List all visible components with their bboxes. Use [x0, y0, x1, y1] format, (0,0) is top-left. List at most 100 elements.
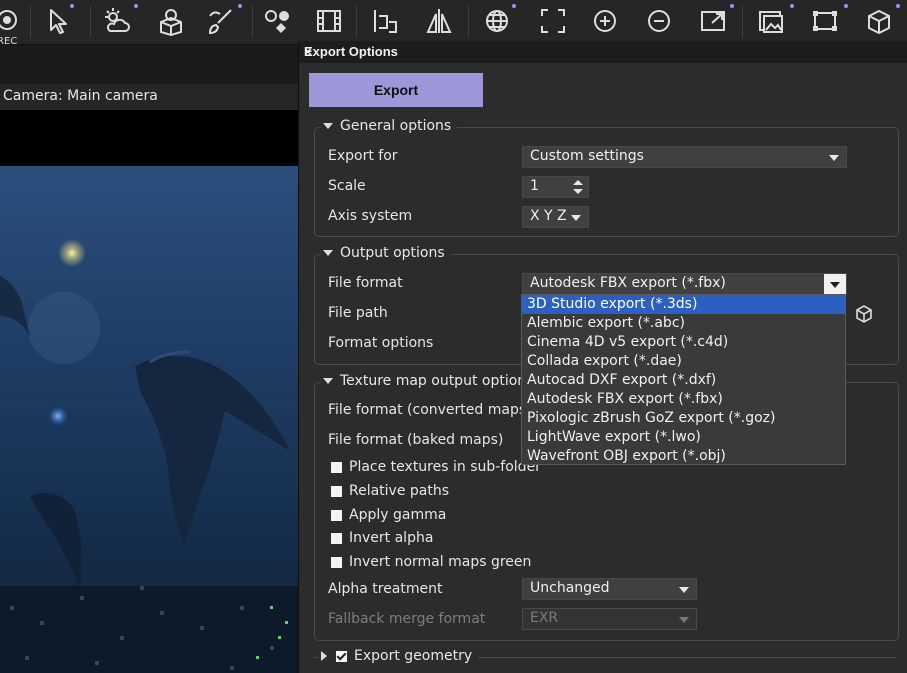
checkbox-label: Invert alpha [349, 530, 434, 546]
fallback-merge-label: Fallback merge format [328, 611, 486, 627]
file-path-label: File path [328, 305, 388, 321]
close-icon[interactable]: × [304, 44, 907, 59]
checkbox-label: Invert normal maps green [349, 554, 532, 570]
toolbar-dot [70, 4, 74, 8]
viewport-render[interactable] [0, 166, 300, 673]
scale-stepper[interactable]: 1 [522, 176, 589, 198]
crop-icon[interactable] [810, 6, 840, 38]
cube-icon[interactable] [854, 304, 874, 328]
chevron-down-icon [323, 378, 333, 384]
alpha-treatment-value: Unchanged [530, 580, 610, 596]
file-format-value: Autodesk FBX export (*.fbx) [530, 275, 726, 291]
paint-icon[interactable] [206, 6, 236, 38]
mirror-icon[interactable] [424, 6, 454, 38]
main-toolbar: REC [0, 0, 907, 47]
alpha-treatment-select[interactable]: Unchanged [522, 578, 697, 600]
film-icon[interactable] [314, 6, 344, 38]
fallback-merge-select: EXR [522, 608, 697, 630]
frame-icon[interactable] [538, 6, 568, 38]
viewport-letterbox [0, 110, 300, 166]
axis-system-select[interactable]: X Y Z [522, 206, 589, 228]
chevron-up-icon[interactable] [573, 180, 583, 185]
record-icon[interactable] [0, 6, 22, 38]
baked-maps-label: File format (baked maps) [328, 432, 504, 448]
pointer-icon[interactable] [44, 6, 74, 38]
zoom-out-icon[interactable] [644, 6, 674, 38]
viewport-header: Camera: Main camera [0, 84, 300, 111]
alpha-treatment-label: Alpha treatment [328, 581, 443, 597]
camera-label[interactable]: Camera: Main camera [3, 88, 158, 104]
scale-label: Scale [328, 178, 366, 194]
invert-alpha-checkbox[interactable]: Invert alpha [331, 530, 433, 546]
toolbar-dot [730, 4, 734, 8]
dropdown-option[interactable]: Autocad DXF export (*.dxf) [522, 371, 845, 390]
place-textures-checkbox[interactable]: Place textures in sub-folder [331, 459, 541, 475]
chevron-down-icon [679, 617, 689, 623]
export-for-select[interactable]: Custom settings [522, 146, 847, 168]
chevron-right-icon [321, 651, 327, 661]
export-for-label: Export for [328, 148, 398, 164]
fallback-merge-value: EXR [530, 610, 559, 626]
gear-box-icon[interactable] [156, 6, 186, 38]
file-format-select[interactable]: Autodesk FBX export (*.fbx) [522, 273, 847, 295]
dropdown-option[interactable]: LightWave export (*.lwo) [522, 428, 845, 447]
chevron-down-icon[interactable] [573, 189, 583, 194]
sun-cloud-icon[interactable] [102, 6, 132, 38]
checkbox-box[interactable] [331, 532, 342, 544]
dropdown-option[interactable]: Cinema 4D v5 export (*.c4d) [522, 333, 845, 352]
axis-system-label: Axis system [328, 208, 413, 224]
toolbar-separator [356, 6, 357, 38]
render-icon[interactable] [864, 6, 894, 38]
checkbox-box[interactable] [331, 461, 342, 473]
checkbox-label: Apply gamma [349, 507, 447, 523]
maximize-icon[interactable] [698, 6, 728, 38]
chevron-down-icon [323, 123, 333, 129]
toolbar-dot [134, 4, 138, 8]
output-options-title: Output options [340, 245, 445, 261]
chevron-down-icon [571, 215, 581, 221]
dropdown-option[interactable]: Alembic export (*.abc) [522, 314, 845, 333]
output-options-header[interactable]: Output options [321, 245, 451, 261]
align-icon[interactable] [370, 6, 400, 38]
apply-gamma-checkbox[interactable]: Apply gamma [331, 507, 446, 523]
export-geometry-header[interactable]: Export geometry [319, 648, 479, 664]
general-options-title: General options [340, 118, 452, 134]
toolbar-dot [896, 4, 900, 8]
chevron-down-icon [829, 155, 839, 161]
checkbox-box[interactable] [331, 509, 342, 521]
toolbar-separator [90, 6, 91, 38]
export-geometry-title: Export geometry [354, 648, 473, 664]
general-options-header[interactable]: General options [321, 118, 458, 134]
scale-value: 1 [530, 178, 539, 194]
texture-options-header[interactable]: Texture map output option [321, 373, 533, 389]
dropdown-option[interactable]: Collada export (*.dae) [522, 352, 845, 371]
toggle-shapes-icon[interactable] [262, 6, 292, 38]
gallery-icon[interactable] [756, 6, 786, 38]
checkbox-box[interactable] [331, 485, 342, 497]
toolbar-separator [742, 6, 743, 38]
export-button[interactable]: Export [309, 73, 483, 107]
toolbar-separator [252, 6, 253, 38]
file-format-label: File format [328, 275, 403, 291]
toolbar-dot [790, 4, 794, 8]
chevron-down-icon[interactable] [824, 274, 846, 294]
texture-options-title: Texture map output option [340, 373, 527, 389]
dialog-title-bar[interactable]: Export Options × [299, 41, 907, 63]
globe-icon[interactable] [482, 6, 512, 38]
checkbox-box[interactable] [331, 556, 342, 568]
chevron-down-icon [323, 250, 333, 256]
relative-paths-checkbox[interactable]: Relative paths [331, 483, 449, 499]
dropdown-option[interactable]: 3D Studio export (*.3ds) [522, 295, 845, 314]
invert-normal-green-checkbox[interactable]: Invert normal maps green [331, 554, 531, 570]
dropdown-option[interactable]: Pixologic zBrush GoZ export (*.goz) [522, 409, 845, 428]
export-geometry-checkbox[interactable] [336, 650, 347, 662]
toolbar-separator [468, 6, 469, 38]
toolbar-separator [30, 6, 31, 38]
toolbar-dot [512, 4, 516, 8]
axis-system-value: X Y Z [530, 208, 567, 224]
dropdown-option[interactable]: Autodesk FBX export (*.fbx) [522, 390, 845, 409]
format-options-label: Format options [328, 335, 434, 351]
dropdown-option[interactable]: Wavefront OBJ export (*.obj) [522, 447, 845, 466]
zoom-in-icon[interactable] [590, 6, 620, 38]
checkbox-label: Place textures in sub-folder [349, 459, 541, 475]
